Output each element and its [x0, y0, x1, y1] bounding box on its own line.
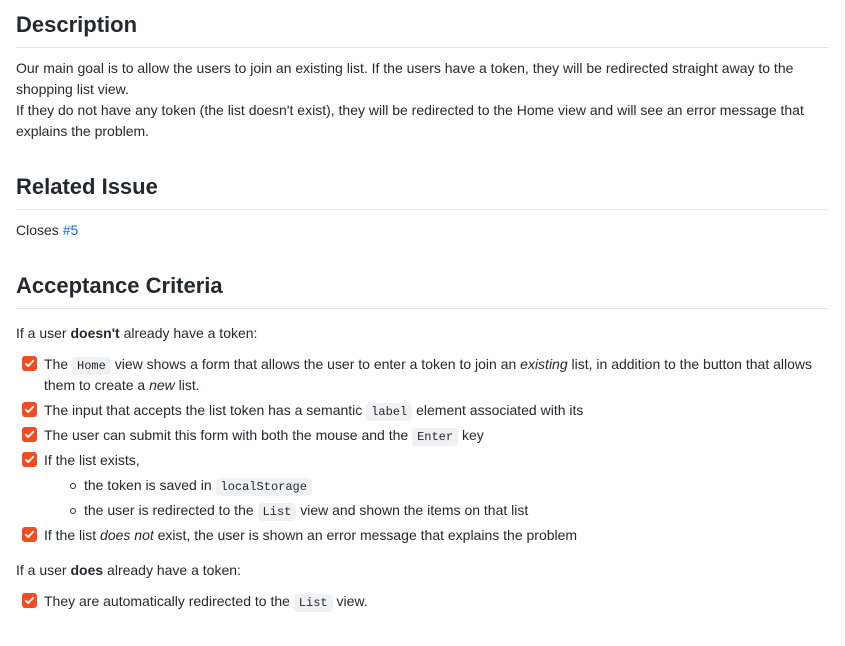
text: element associated with its [412, 402, 583, 418]
text: view shows a form that allows the user t… [111, 356, 520, 372]
bold-text: doesn't [70, 325, 119, 341]
italic-text: new [149, 377, 175, 393]
checklist-item: If the list does not exist, the user is … [16, 525, 829, 546]
heading-acceptance-criteria: Acceptance Criteria [16, 269, 829, 309]
text: If a user [16, 562, 70, 578]
checklist-has-token: They are automatically redirected to the… [16, 591, 829, 612]
heading-description: Description [16, 8, 829, 48]
issue-link[interactable]: #5 [63, 222, 79, 238]
text: key [458, 427, 484, 443]
checklist-item: If the list exists, the token is saved i… [16, 450, 829, 521]
text: The [44, 356, 72, 372]
italic-text: existing [520, 356, 567, 372]
checkbox-checked-icon [22, 427, 37, 442]
sublist-item: the token is saved in localStorage [70, 475, 829, 496]
bold-text: does [70, 562, 103, 578]
text: already have a token: [103, 562, 241, 578]
checklist-item: The user can submit this form with both … [16, 425, 829, 446]
description-line-1: Our main goal is to allow the users to j… [16, 58, 829, 100]
checkbox-checked-icon [22, 527, 37, 542]
checkbox-checked-icon [22, 356, 37, 371]
closes-prefix: Closes [16, 222, 63, 238]
text: If a user [16, 325, 70, 341]
document-body: Description Our main goal is to allow th… [0, 0, 846, 646]
text: view. [333, 593, 368, 609]
code-inline: List [294, 594, 333, 612]
checkbox-checked-icon [22, 402, 37, 417]
text: If the list exists, [44, 452, 140, 468]
checkbox-checked-icon [22, 593, 37, 608]
intro-no-token: If a user doesn't already have a token: [16, 323, 829, 344]
checklist-item: The Home view shows a form that allows t… [16, 354, 829, 396]
text: The user can submit this form with both … [44, 427, 412, 443]
checkbox-checked-icon [22, 452, 37, 467]
checklist-no-token: The Home view shows a form that allows t… [16, 354, 829, 546]
heading-related-issue: Related Issue [16, 170, 829, 210]
related-issue-line: Closes #5 [16, 220, 829, 241]
code-inline: label [366, 403, 412, 421]
code-inline: Enter [412, 428, 458, 446]
text: They are automatically redirected to the [44, 593, 294, 609]
intro-has-token: If a user does already have a token: [16, 560, 829, 581]
sublist-item: the user is redirected to the List view … [70, 500, 829, 521]
italic-text: does not [100, 527, 154, 543]
text: The input that accepts the list token ha… [44, 402, 366, 418]
text: view and shown the items on that list [296, 502, 528, 518]
text: list. [175, 377, 200, 393]
code-inline: Home [72, 357, 111, 375]
text: the user is redirected to the [84, 502, 258, 518]
text: the token is saved in [84, 477, 216, 493]
sublist: the token is saved in localStorage the u… [44, 475, 829, 521]
text: already have a token: [120, 325, 258, 341]
checklist-item: The input that accepts the list token ha… [16, 400, 829, 421]
text: If the list [44, 527, 100, 543]
code-inline: localStorage [216, 478, 312, 496]
text: exist, the user is shown an error messag… [154, 527, 577, 543]
description-line-2: If they do not have any token (the list … [16, 100, 829, 142]
checklist-item: They are automatically redirected to the… [16, 591, 829, 612]
code-inline: List [258, 503, 297, 521]
